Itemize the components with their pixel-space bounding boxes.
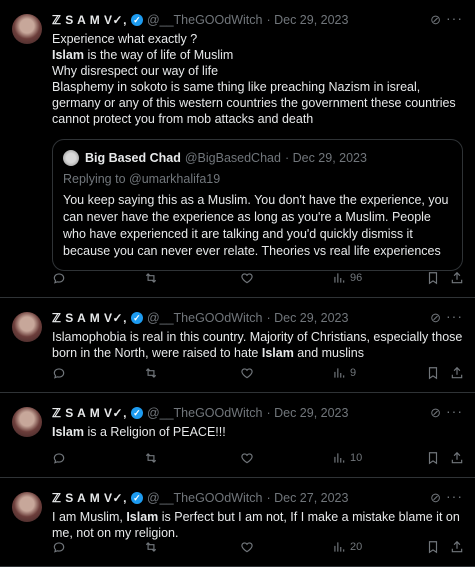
like-icon[interactable] [240,540,254,554]
retweet-icon[interactable] [144,271,158,285]
bookmark-icon[interactable] [426,540,440,554]
grok-icon[interactable]: ⊘ [430,12,441,28]
tweet-feed: ℤ S A M V✓, ✓ @__TheGOOdWitch · Dec 29, … [0,0,475,567]
author-handle[interactable]: @__TheGOOdWitch [147,406,263,420]
tweet[interactable]: ℤ S A M V✓, ✓ @__TheGOOdWitch · Dec 29, … [0,298,475,393]
tweet-text: Experience what exactly ? Islam is the w… [52,32,456,126]
views-button[interactable]: 96 [332,271,362,285]
reply-icon[interactable] [52,366,66,380]
share-icon[interactable] [450,540,464,554]
author-name[interactable]: ℤ S A M V✓, [52,311,127,325]
share-icon[interactable] [450,451,464,465]
more-options-icon[interactable]: ··· [446,308,463,324]
avatar[interactable] [12,14,42,44]
quoted-text: You keep saying this as a Muslim. You do… [63,193,449,258]
more-options-icon[interactable]: ··· [446,403,463,419]
grok-icon[interactable]: ⊘ [430,310,441,326]
more-options-icon[interactable]: ··· [446,10,463,26]
tweet[interactable]: ℤ S A M V✓, ✓ @__TheGOOdWitch · Dec 27, … [0,478,475,567]
author-name[interactable]: ℤ S A M V✓, [52,406,127,420]
views-button[interactable]: 20 [332,540,362,554]
retweet-icon[interactable] [144,451,158,465]
avatar[interactable] [12,407,42,437]
quoted-tweet[interactable]: Big Based Chad @BigBasedChad · Dec 29, 2… [52,139,463,271]
tweet-header: ℤ S A M V✓, ✓ @__TheGOOdWitch · Dec 29, … [52,308,463,328]
reply-icon[interactable] [52,271,66,285]
quoted-avatar [63,150,79,166]
bookmark-icon[interactable] [426,366,440,380]
views-count: 10 [350,452,363,464]
retweet-icon[interactable] [144,540,158,554]
retweet-icon[interactable] [144,366,158,380]
views-button[interactable]: 10 [332,451,362,465]
grok-icon[interactable]: ⊘ [430,490,441,506]
quoted-author-name: Big Based Chad [85,151,181,165]
verified-badge-icon: ✓ [130,492,143,504]
avatar[interactable] [12,492,42,522]
quoted-date: · Dec 29, 2023 [284,151,367,165]
action-bar: 9 [52,358,463,388]
author-name[interactable]: ℤ S A M V✓, [52,491,127,505]
action-bar: 10 [52,443,463,473]
reply-icon[interactable] [52,451,66,465]
tweet-header: ℤ S A M V✓, ✓ @__TheGOOdWitch · Dec 29, … [52,403,463,423]
views-count: 96 [350,272,363,284]
avatar[interactable] [12,312,42,342]
author-handle[interactable]: @__TheGOOdWitch [147,13,263,27]
reply-icon[interactable] [52,540,66,554]
views-count: 20 [350,541,363,553]
like-icon[interactable] [240,271,254,285]
tweet-header: ℤ S A M V✓, ✓ @__TheGOOdWitch · Dec 27, … [52,488,463,508]
tweet-text: Islamophobia is real in this country. Ma… [52,330,463,360]
verified-badge-icon: ✓ [130,14,143,26]
action-bar: 20 [52,532,463,562]
tweet-header: ℤ S A M V✓, ✓ @__TheGOOdWitch · Dec 29, … [52,10,463,30]
replying-to: Replying to @umarkhalifa19 [63,172,221,186]
grok-icon[interactable]: ⊘ [430,405,441,421]
tweet-date[interactable]: · Dec 29, 2023 [266,406,348,420]
views-button[interactable]: 9 [332,366,356,380]
verified-badge-icon: ✓ [130,312,143,324]
views-count: 9 [350,367,357,379]
action-bar: 96 [52,263,463,293]
tweet-date[interactable]: · Dec 29, 2023 [266,311,348,325]
quoted-author-handle: @BigBasedChad [184,151,281,165]
tweet-text: Islam is a Religion of PEACE!!! [52,425,226,439]
tweet-date[interactable]: · Dec 27, 2023 [266,491,348,505]
author-handle[interactable]: @__TheGOOdWitch [147,311,263,325]
author-name[interactable]: ℤ S A M V✓, [52,13,127,27]
tweet[interactable]: ℤ S A M V✓, ✓ @__TheGOOdWitch · Dec 29, … [0,0,475,298]
author-handle[interactable]: @__TheGOOdWitch [147,491,263,505]
tweet-date[interactable]: · Dec 29, 2023 [266,13,348,27]
like-icon[interactable] [240,366,254,380]
share-icon[interactable] [450,271,464,285]
tweet[interactable]: ℤ S A M V✓, ✓ @__TheGOOdWitch · Dec 29, … [0,393,475,478]
share-icon[interactable] [450,366,464,380]
bookmark-icon[interactable] [426,451,440,465]
verified-badge-icon: ✓ [130,407,143,419]
bookmark-icon[interactable] [426,271,440,285]
like-icon[interactable] [240,451,254,465]
more-options-icon[interactable]: ··· [446,488,463,504]
